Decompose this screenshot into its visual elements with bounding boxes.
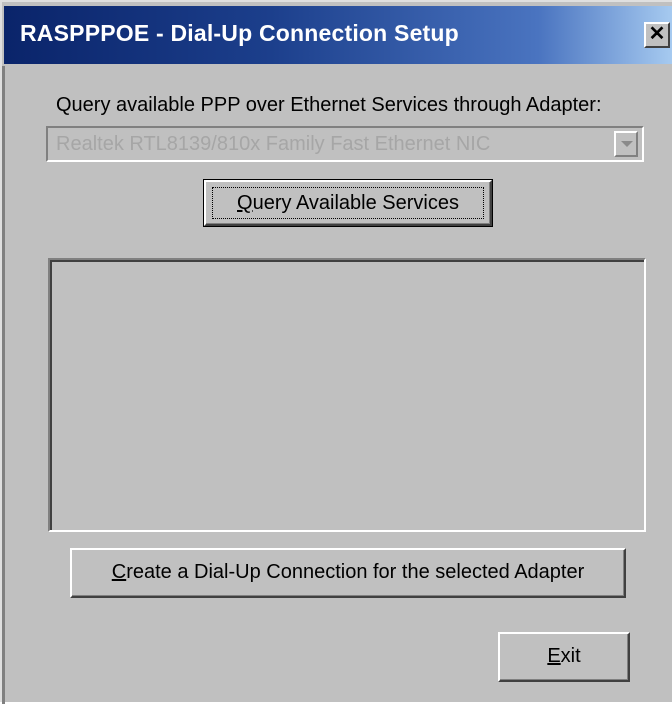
dropdown-button[interactable]	[614, 131, 638, 157]
close-button[interactable]: ✕	[644, 22, 670, 48]
window-title: RASPPPOE - Dial-Up Connection Setup	[20, 20, 459, 46]
adapter-query-label: Query available PPP over Ethernet Servic…	[56, 94, 602, 116]
create-connection-button[interactable]: Create a Dial-Up Connection for the sele…	[70, 548, 626, 598]
chevron-down-icon	[621, 141, 633, 147]
services-list[interactable]	[48, 258, 646, 532]
window-left-border	[2, 66, 5, 704]
adapter-select[interactable]: Realtek RTL8139/810x Family Fast Etherne…	[46, 126, 644, 162]
exit-button[interactable]: Exit	[498, 632, 630, 682]
adapter-select-value: Realtek RTL8139/810x Family Fast Etherne…	[56, 133, 491, 155]
title-bar[interactable]: RASPPPOE - Dial-Up Connection Setup ✕	[4, 6, 672, 64]
query-services-button[interactable]: Query Available Services	[203, 179, 493, 227]
query-services-label: Query Available Services	[212, 187, 484, 219]
dialog-window: RASPPPOE - Dial-Up Connection Setup ✕ Qu…	[0, 0, 672, 704]
close-icon: ✕	[648, 23, 666, 45]
